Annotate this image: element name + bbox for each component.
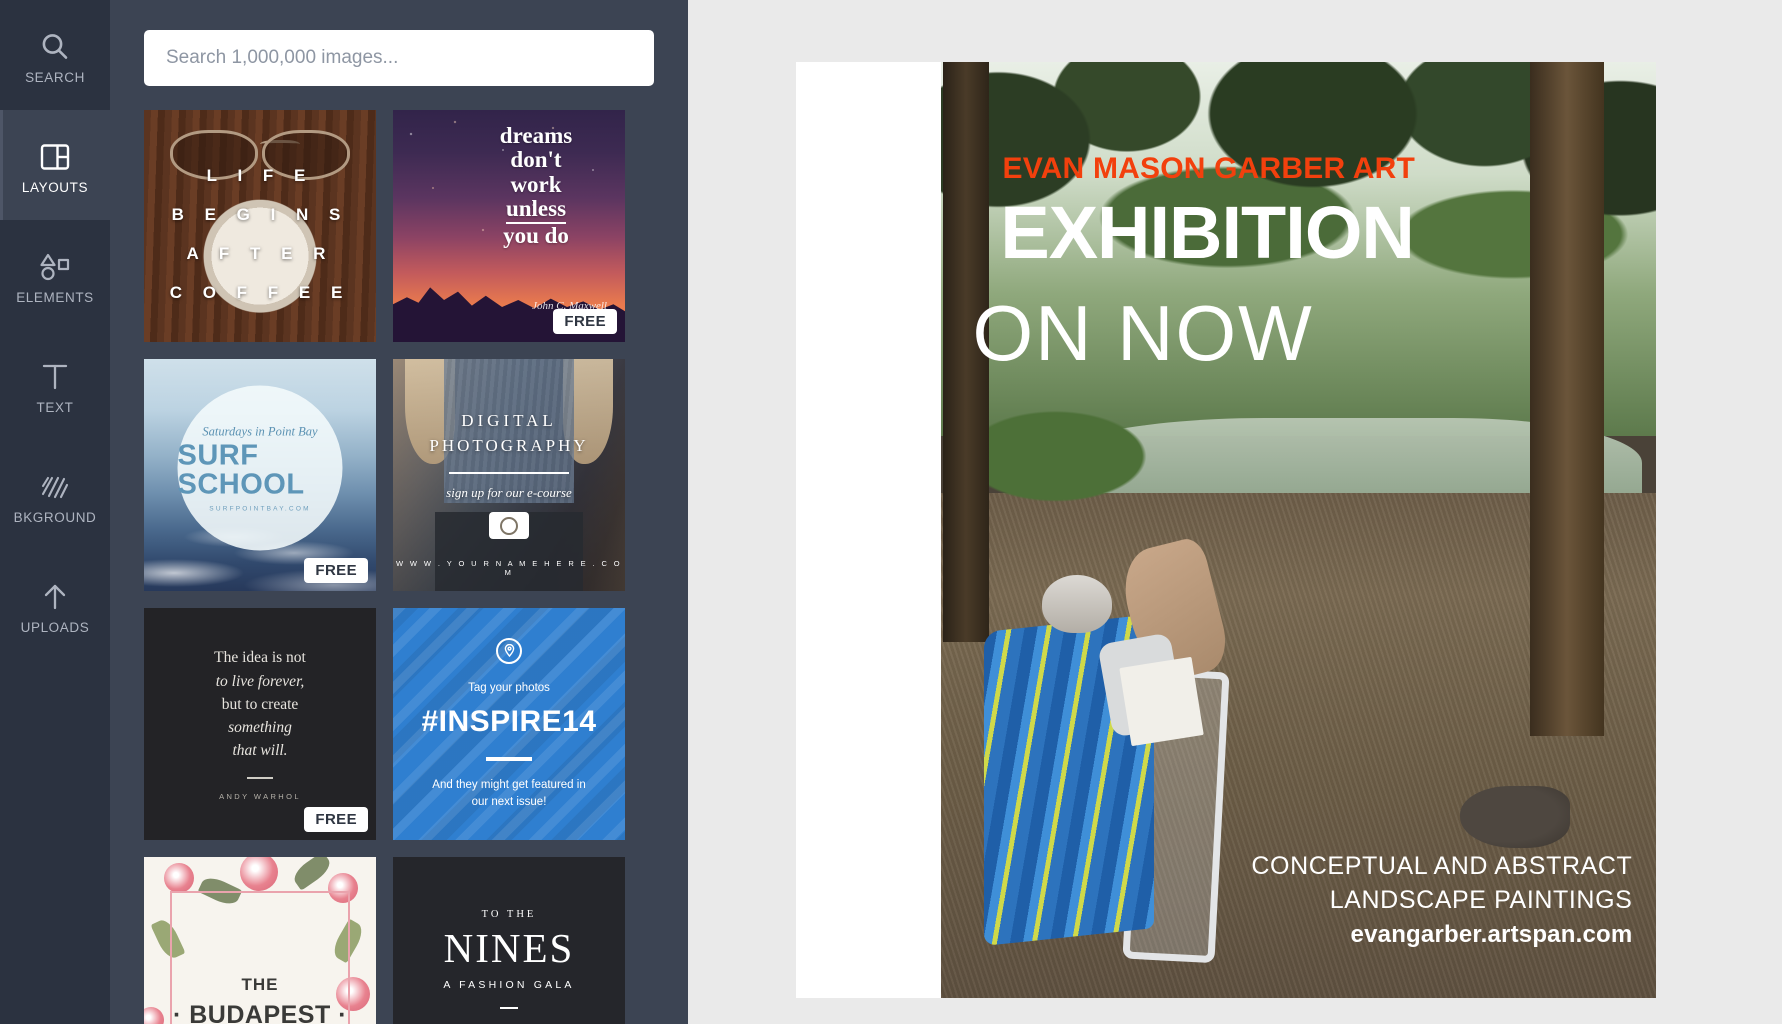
photo-subtitle: sign up for our e-course	[446, 485, 572, 500]
nines-top: TO THE	[481, 909, 537, 920]
person-head	[1042, 575, 1113, 634]
dreams-line-5: you do	[503, 222, 569, 248]
sketchbook	[1119, 656, 1204, 746]
divider	[247, 776, 273, 779]
free-badge: FREE	[304, 558, 368, 583]
coffee-line-2: B E G I N S	[171, 204, 349, 224]
poster-footer-line-1: CONCEPTUAL AND ABSTRACT	[1251, 851, 1633, 880]
sidebar-item-uploads[interactable]: UPLOADS	[0, 550, 110, 660]
photo-line-1: DIGITAL	[461, 411, 557, 430]
design-canvas-area: EVAN MASON GARBER ART EXHIBITION ON NOW …	[688, 0, 1782, 1024]
template-card-text: Tag your photos #INSPIRE14 And they migh…	[393, 608, 625, 840]
dreams-line-2: don't	[510, 147, 562, 173]
upload-arrow-icon	[40, 576, 70, 618]
camera-bag-photo	[1460, 786, 1571, 849]
template-card-to-the-nines[interactable]: TO THE NINES A FASHION GALA	[393, 857, 625, 1024]
template-card-inspire14[interactable]: Tag your photos #INSPIRE14 And they migh…	[393, 608, 625, 840]
photo-url: W W W . Y O U R N A M E H E R E . C O M	[395, 559, 623, 577]
sidebar-item-label: UPLOADS	[20, 619, 90, 635]
sidebar-item-search[interactable]: SEARCH	[0, 0, 110, 110]
template-grid: L I F E B E G I N S A F T E R C O F F E …	[110, 86, 688, 1024]
dreams-line-4: unless	[505, 196, 567, 224]
quote-line-5: that will.	[232, 742, 288, 760]
poster-artist-line[interactable]: EVAN MASON GARBER ART	[1002, 152, 1415, 186]
dreams-line-3: work	[510, 171, 562, 197]
nines-sub: A FASHION GALA	[443, 979, 575, 991]
sidebar-item-label: ELEMENTS	[16, 289, 94, 305]
sidebar-item-label: LAYOUTS	[21, 179, 89, 195]
poster-subhead[interactable]: ON NOW	[972, 294, 1313, 372]
shapes-icon	[38, 246, 72, 288]
sidebar-item-bkground[interactable]: BKGROUND	[0, 440, 110, 550]
surf-title: SURF SCHOOL	[177, 439, 305, 501]
sidebar-item-text[interactable]: TEXT	[0, 330, 110, 440]
template-card-text: dreams don't work unless you do	[461, 123, 611, 248]
sidebar-item-label: TEXT	[36, 399, 74, 415]
seated-person-photo	[983, 535, 1233, 963]
layouts-panel: L I F E B E G I N S A F T E R C O F F E …	[110, 0, 688, 1024]
quote-line-3: but to create	[221, 695, 299, 713]
surf-script-line: Saturdays in Point Bay	[202, 424, 318, 439]
inspire-tagline: Tag your photos	[468, 681, 550, 694]
design-page[interactable]: EVAN MASON GARBER ART EXHIBITION ON NOW …	[796, 62, 1656, 998]
surf-url: SURFPOINTBAY.COM	[209, 505, 311, 513]
dreams-line-1: dreams	[499, 123, 573, 148]
coffee-line-3: A F T E R	[186, 243, 334, 263]
template-card-dreams-dont-work[interactable]: dreams don't work unless you do John C. …	[393, 110, 625, 342]
quote-line-2: to live forever,	[215, 672, 305, 690]
search-bar	[110, 0, 688, 86]
tree-trunk-right	[1530, 62, 1604, 736]
free-badge: FREE	[553, 309, 617, 334]
canva-editor-window: SEARCH LAYOUTS ELEMENTS TEXT BKGROUND UP…	[0, 0, 1782, 1024]
sidebar-item-label: BKGROUND	[13, 509, 97, 525]
camera-icon	[489, 512, 529, 539]
inspire-footer-line-2: our next issue!	[471, 795, 547, 808]
quote-line-1: The idea is not	[214, 649, 306, 667]
budapest-the: THE	[241, 974, 279, 994]
divider	[486, 756, 532, 761]
sidebar-item-elements[interactable]: ELEMENTS	[0, 220, 110, 330]
layouts-icon	[40, 136, 70, 178]
template-card-text: Saturdays in Point Bay SURF SCHOOL SURFP…	[177, 385, 343, 551]
poster-headline[interactable]: EXHIBITION	[1000, 195, 1414, 270]
divider	[500, 1007, 518, 1009]
template-card-andy-warhol-quote[interactable]: The idea is not to live forever, but to …	[144, 608, 376, 840]
inspire-footer-line-1: And they might get featured in	[432, 778, 586, 791]
poster-design[interactable]: EVAN MASON GARBER ART EXHIBITION ON NOW …	[941, 62, 1656, 998]
photo-line-2: PHOTOGRAPHY	[429, 436, 589, 455]
template-card-the-budapest[interactable]: THE · BUDAPEST ·	[144, 857, 376, 1024]
nines-main: NINES	[443, 925, 575, 971]
template-card-text: L I F E B E G I N S A F T E R C O F F E …	[144, 110, 376, 342]
hatch-icon	[40, 466, 70, 508]
template-card-life-begins-after-coffee[interactable]: L I F E B E G I N S A F T E R C O F F E …	[144, 110, 376, 342]
template-card-text: DIGITAL PHOTOGRAPHY sign up for our e-co…	[393, 359, 625, 591]
sidebar-item-label: SEARCH	[25, 69, 85, 85]
sidebar-item-layouts[interactable]: LAYOUTS	[0, 110, 110, 220]
poster-footer-block[interactable]: CONCEPTUAL AND ABSTRACT LANDSCAPE PAINTI…	[1251, 850, 1632, 950]
template-card-text: The idea is not to live forever, but to …	[144, 608, 376, 840]
template-card-text: TO THE NINES A FASHION GALA	[393, 857, 625, 1024]
coffee-line-1: L I F E	[206, 165, 314, 185]
quote-author: ANDY WARHOL	[219, 791, 301, 801]
search-icon	[38, 26, 72, 68]
arrow-divider-icon	[449, 466, 569, 478]
coffee-line-4: C O F F E E	[169, 282, 351, 302]
inspire-hashtag: #INSPIRE14	[421, 704, 597, 738]
template-card-text: THE · BUDAPEST ·	[144, 857, 376, 1024]
template-card-digital-photography[interactable]: DIGITAL PHOTOGRAPHY sign up for our e-co…	[393, 359, 625, 591]
sidebar-nav: SEARCH LAYOUTS ELEMENTS TEXT BKGROUND UP…	[0, 0, 110, 1024]
poster-footer-line-2: LANDSCAPE PAINTINGS	[1329, 885, 1633, 914]
location-pin-icon	[496, 637, 522, 664]
poster-footer-url: evangarber.artspan.com	[1350, 921, 1633, 949]
quote-line-4: something	[228, 719, 292, 736]
free-badge: FREE	[304, 807, 368, 832]
text-t-icon	[40, 356, 70, 398]
search-input[interactable]	[144, 30, 654, 86]
budapest-city: · BUDAPEST ·	[172, 1000, 348, 1024]
template-card-surf-school[interactable]: Saturdays in Point Bay SURF SCHOOL SURFP…	[144, 359, 376, 591]
inspire-footer: And they might get featured in our next …	[432, 777, 585, 810]
